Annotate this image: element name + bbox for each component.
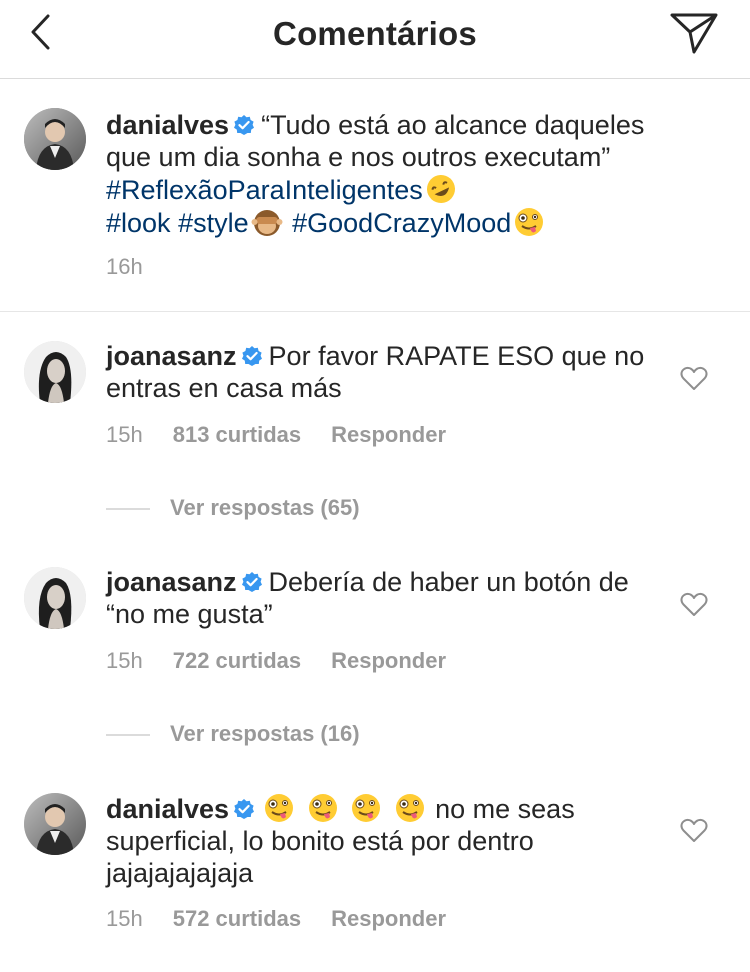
comment-text: joanasanz Debería de haber un botón de “n… — [106, 566, 666, 630]
share-button[interactable] — [668, 10, 720, 56]
paper-plane-icon — [670, 13, 718, 54]
view-replies-button[interactable]: Ver respostas (16) — [106, 719, 360, 749]
reply-button[interactable]: Responder — [331, 646, 446, 676]
view-replies-label: Ver respostas (16) — [170, 721, 360, 746]
like-count[interactable]: 572 curtidas — [173, 904, 301, 934]
avatar[interactable] — [24, 567, 86, 629]
comment-meta: 15h 722 curtidas Responder — [106, 646, 446, 676]
comment-username[interactable]: joanasanz — [106, 567, 237, 597]
post-caption: danialves “Tudo está ao alcance daqueles … — [0, 79, 750, 312]
heart-outline-icon[interactable] — [680, 817, 708, 843]
like-count[interactable]: 813 curtidas — [173, 420, 301, 450]
caption-username[interactable]: danialves — [106, 110, 229, 140]
verified-badge-icon — [241, 346, 262, 366]
avatar[interactable] — [24, 341, 86, 403]
view-replies-button[interactable]: Ver respostas (65) — [106, 493, 360, 523]
caption-text: danialves “Tudo está ao alcance daqueles … — [106, 109, 666, 239]
timestamp: 16h — [106, 254, 143, 279]
timestamp: 15h — [106, 422, 143, 447]
comment-meta: 15h 572 curtidas Responder — [106, 904, 446, 934]
verified-badge-icon — [234, 799, 255, 819]
timestamp: 15h — [106, 648, 143, 673]
hashtag-link[interactable]: #look — [106, 208, 171, 238]
hashtag-link[interactable]: #style — [178, 208, 249, 238]
heart-outline-icon[interactable] — [680, 365, 708, 391]
zany-face-emoji-icon — [395, 794, 424, 822]
divider-line — [106, 734, 150, 737]
comment-text: danialves no me seas superficial, lo bon… — [106, 792, 666, 889]
heart-outline-icon[interactable] — [680, 591, 708, 617]
reply-button[interactable]: Responder — [331, 420, 446, 450]
zany-face-emoji-icon — [265, 794, 294, 822]
zany-face-emoji-icon — [352, 794, 381, 822]
comment-username[interactable]: danialves — [106, 794, 229, 824]
zany-face-emoji-icon — [308, 794, 337, 822]
hashtag-link[interactable]: #ReflexãoParaInteligentes — [106, 175, 423, 205]
header-bar: Comentários — [0, 0, 750, 79]
page-title: Comentários — [273, 15, 477, 52]
avatar[interactable] — [24, 108, 86, 170]
see-no-evil-monkey-emoji-icon — [251, 210, 283, 236]
caption-meta: 16h — [106, 252, 143, 282]
avatar[interactable] — [24, 793, 86, 855]
divider-line — [106, 508, 150, 511]
verified-badge-icon — [234, 115, 255, 135]
comment-username[interactable]: joanasanz — [106, 341, 237, 371]
like-count[interactable]: 722 curtidas — [173, 646, 301, 676]
view-replies-label: Ver respostas (65) — [170, 495, 360, 520]
hashtag-link[interactable]: #GoodCrazyMood — [292, 208, 511, 238]
zany-face-emoji-icon — [515, 208, 544, 236]
verified-badge-icon — [241, 572, 262, 592]
rofl-emoji-icon — [426, 175, 455, 203]
comment-meta: 15h 813 curtidas Responder — [106, 420, 446, 450]
comment-text: joanasanz Por favor RAPATE ESO que no ent… — [106, 340, 666, 404]
timestamp: 15h — [106, 906, 143, 931]
reply-button[interactable]: Responder — [331, 904, 446, 934]
